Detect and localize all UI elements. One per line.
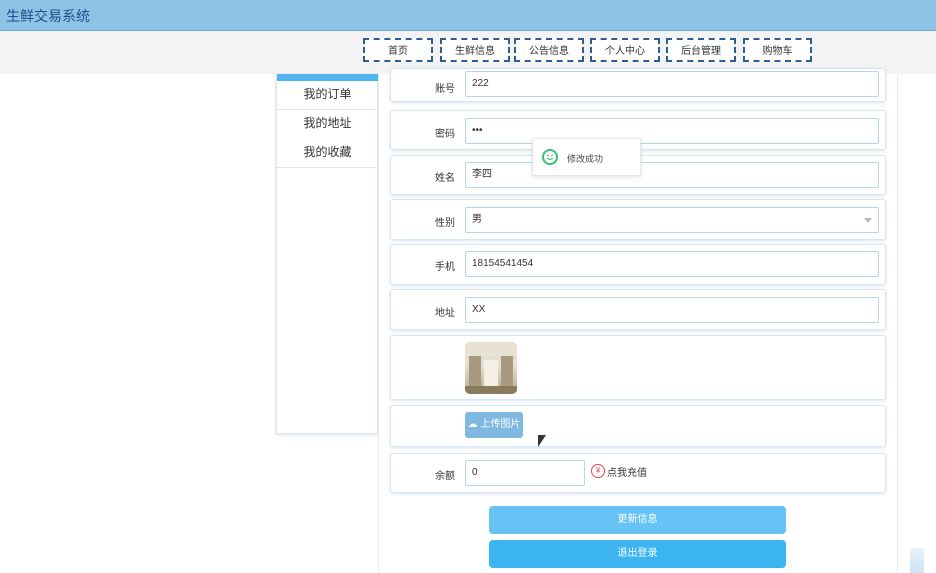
divider xyxy=(277,167,378,168)
upload-row: ☁ 上传图片 xyxy=(390,405,886,447)
password-input[interactable]: ••• xyxy=(465,118,879,144)
corner-decoration xyxy=(910,548,924,573)
account-input[interactable]: 222 xyxy=(465,71,879,97)
phone-row: 手机 18154541454 xyxy=(390,244,886,285)
name-input[interactable]: 李四 xyxy=(465,162,879,188)
sidebar: 我的订单 我的地址 我的收藏 xyxy=(276,74,378,434)
nav-cart[interactable]: 购物车 xyxy=(743,38,812,62)
update-info-button[interactable]: 更新信息 xyxy=(489,506,786,534)
phone-input[interactable]: 18154541454 xyxy=(465,251,879,277)
address-label: 地址 xyxy=(435,308,455,319)
account-label: 账号 xyxy=(435,84,455,95)
recharge-link[interactable]: 点我充值 xyxy=(607,464,647,479)
avatar-row xyxy=(390,335,886,400)
sidebar-item-favorites[interactable]: 我的收藏 xyxy=(277,138,378,167)
logout-button[interactable]: 退出登录 xyxy=(489,540,786,568)
gender-row: 性别 男 xyxy=(390,199,886,240)
gender-value: 男 xyxy=(472,214,482,225)
gender-label: 性别 xyxy=(435,218,455,229)
success-toast: 修改成功 xyxy=(532,138,641,176)
nav-fresh-info[interactable]: 生鲜信息 xyxy=(440,38,510,62)
balance-row: 余额 0 ¥ 点我充值 xyxy=(390,453,886,493)
address-input[interactable]: XX xyxy=(465,297,879,323)
password-label: 密码 xyxy=(435,129,455,140)
app-title: 生鲜交易系统 xyxy=(6,8,90,24)
chevron-down-icon xyxy=(864,218,872,223)
recharge-icon[interactable]: ¥ xyxy=(591,464,605,478)
sidebar-item-addresses[interactable]: 我的地址 xyxy=(277,109,378,138)
upload-label: 上传图片 xyxy=(480,419,521,430)
balance-label: 余额 xyxy=(435,471,455,482)
nav-notices[interactable]: 公告信息 xyxy=(514,38,584,62)
name-label: 姓名 xyxy=(435,173,455,184)
sidebar-item-orders[interactable]: 我的订单 xyxy=(277,80,378,109)
app-header: 生鲜交易系统 xyxy=(0,0,936,31)
phone-label: 手机 xyxy=(435,262,455,273)
smile-icon xyxy=(542,149,558,165)
gender-select[interactable]: 男 xyxy=(465,207,879,233)
nav-admin[interactable]: 后台管理 xyxy=(666,38,736,62)
upload-image-button[interactable]: ☁ 上传图片 xyxy=(465,412,523,438)
mouse-cursor-icon xyxy=(538,435,546,447)
toast-message: 修改成功 xyxy=(567,154,604,164)
balance-input[interactable]: 0 xyxy=(465,460,585,486)
address-row: 地址 XX xyxy=(390,289,886,330)
upload-icon: ☁ xyxy=(467,419,478,430)
nav-home[interactable]: 首页 xyxy=(363,38,433,62)
avatar-image xyxy=(465,342,517,394)
nav-personal-center[interactable]: 个人中心 xyxy=(590,38,660,62)
account-row: 账号 222 xyxy=(390,68,886,102)
